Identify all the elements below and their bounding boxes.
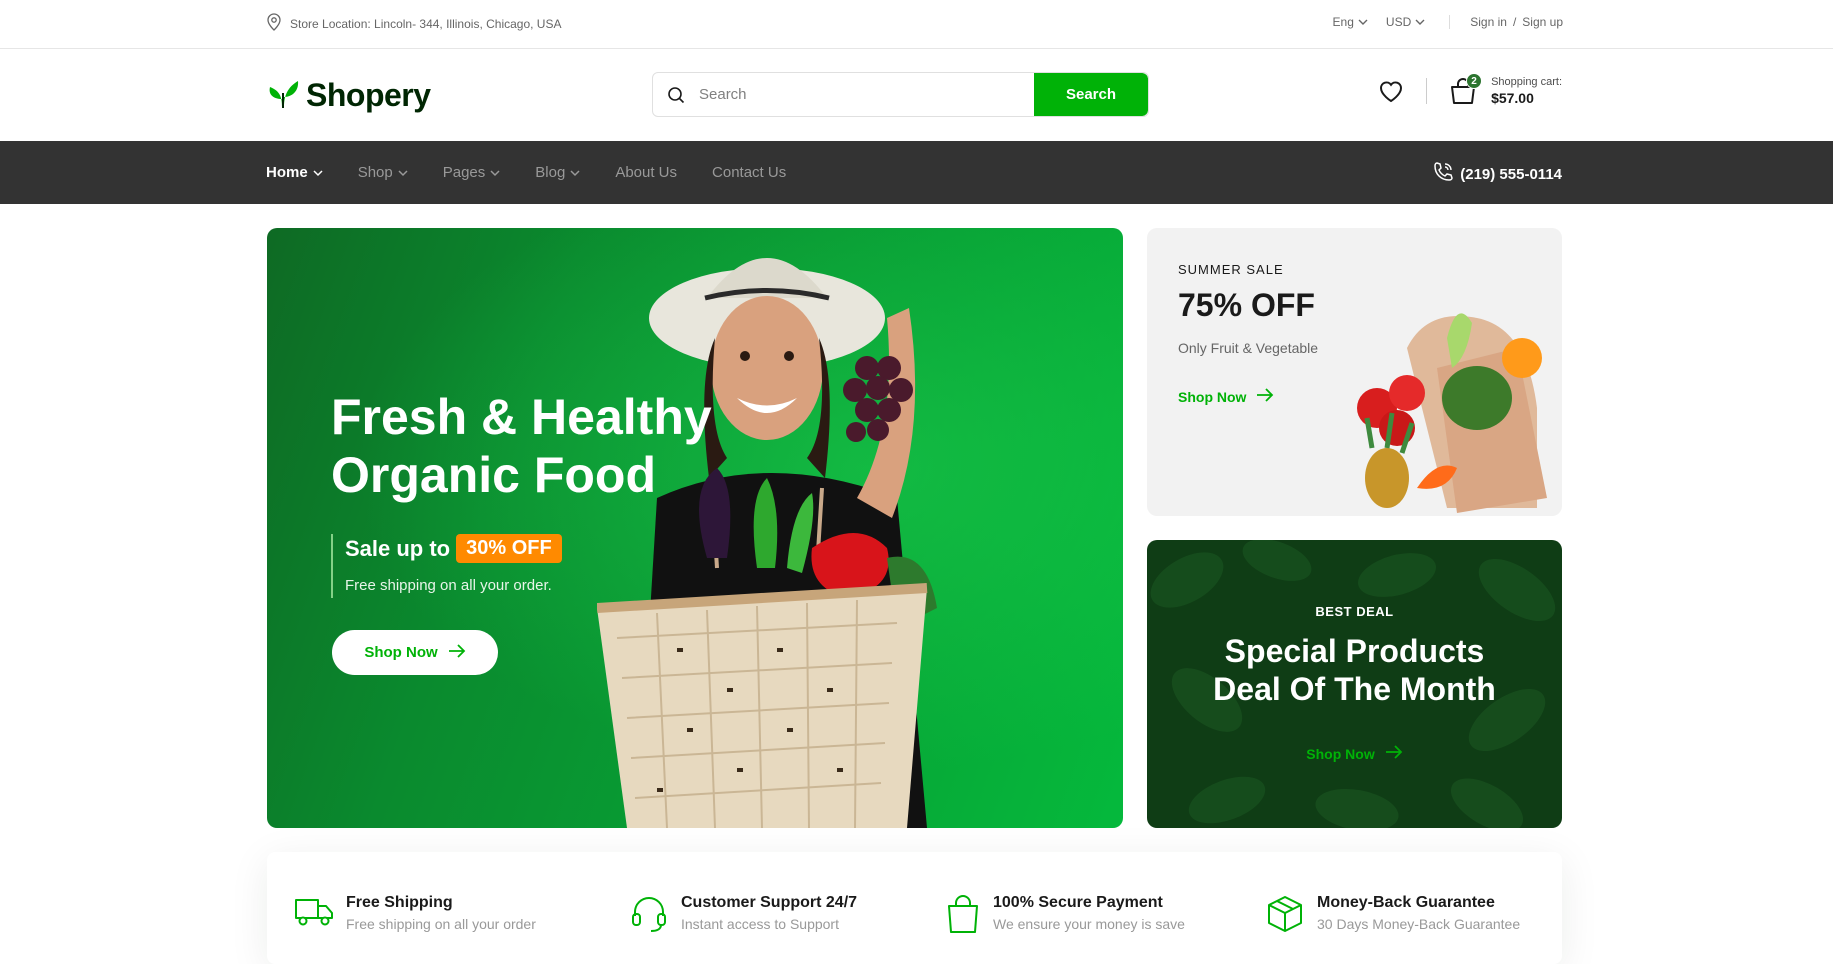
best-deal-headline: Special Products Deal Of The Month — [1147, 632, 1562, 708]
shopping-bag-icon[interactable]: 2 — [1447, 73, 1483, 107]
sale-badge: 30% OFF — [456, 534, 562, 563]
feature-secure-payment: 100% Secure Payment We ensure your money… — [945, 852, 1265, 964]
summer-sale-headline: 75% OFF — [1178, 287, 1315, 323]
nav-item-pages[interactable]: Pages — [443, 164, 501, 181]
map-pin-icon — [266, 13, 282, 34]
arrow-right-icon — [448, 643, 466, 662]
feature-title: 100% Secure Payment — [993, 894, 1163, 911]
cart-count-badge: 2 — [1466, 73, 1483, 89]
nav-label: Shop — [357, 164, 393, 181]
sign-up-link[interactable]: Sign up — [1522, 15, 1563, 29]
arrow-right-icon — [1385, 745, 1403, 762]
hero-subtitle: Free shipping on all your order. — [345, 577, 552, 594]
nav-label: About Us — [615, 164, 678, 181]
logo[interactable]: Shopery — [266, 77, 431, 114]
leaf-logo-icon — [266, 77, 300, 114]
cart-amount: $57.00 — [1491, 90, 1534, 106]
link-label: Shop Now — [1178, 388, 1247, 405]
chevron-down-icon — [490, 164, 500, 181]
nav-item-blog[interactable]: Blog — [535, 164, 580, 181]
search-icon — [653, 73, 699, 116]
best-deal-card[interactable]: BEST DEAL Special Products Deal Of The M… — [1147, 540, 1562, 828]
arrow-right-icon — [1256, 388, 1274, 405]
chevron-down-icon — [570, 164, 580, 181]
nav-item-about-us[interactable]: About Us — [615, 164, 677, 181]
best-deal-shop-now-link[interactable]: Shop Now — [1147, 745, 1562, 762]
store-location: Store Location: Lincoln- 344, Illinois, … — [266, 13, 561, 34]
divider — [1449, 15, 1451, 29]
nav-item-contact-us[interactable]: Contact Us — [712, 164, 786, 181]
truck-icon — [294, 894, 334, 935]
features-strip: Free Shipping Free shipping on all your … — [267, 852, 1562, 964]
shopping-bag-icon — [945, 894, 981, 939]
link-label: Shop Now — [1306, 745, 1375, 762]
hero-title: Fresh & Healthy Organic Food — [331, 389, 712, 503]
feature-desc: 30 Days Money-Back Guarantee — [1317, 916, 1521, 932]
sign-in-link[interactable]: Sign in — [1470, 15, 1507, 29]
summer-sale-card[interactable]: SUMMER SALE 75% OFF Only Fruit & Vegetab… — [1147, 228, 1562, 516]
language-select[interactable]: Eng — [1333, 15, 1368, 29]
farmer-woman-with-basket-image — [597, 258, 937, 828]
phone-link[interactable]: (219) 555-0114 — [1432, 161, 1562, 187]
feature-title: Money-Back Guarantee — [1317, 894, 1495, 911]
store-location-text: Store Location: Lincoln- 344, Illinois, … — [290, 16, 562, 31]
top-bar: Store Location: Lincoln- 344, Illinois, … — [0, 0, 1833, 49]
chevron-down-icon — [1415, 15, 1425, 29]
best-deal-headline-line-1: Special Products — [1224, 633, 1485, 669]
button-label: Shop Now — [364, 644, 438, 661]
feature-title: Free Shipping — [346, 894, 453, 911]
chevron-down-icon — [398, 164, 408, 181]
search-input[interactable] — [699, 73, 1034, 116]
summer-sale-eyebrow: SUMMER SALE — [1178, 262, 1284, 277]
nav-label: Blog — [535, 164, 566, 181]
cart-summary[interactable]: Shopping cart: $57.00 — [1491, 76, 1562, 106]
package-icon — [1265, 894, 1305, 939]
chevron-down-icon — [1358, 15, 1368, 29]
summer-sale-shop-now-link[interactable]: Shop Now — [1178, 388, 1274, 405]
hero-shop-now-button[interactable]: Shop Now — [332, 630, 498, 675]
hero-sale-block: Sale up to 30% OFF Free shipping on all … — [331, 534, 562, 598]
chevron-down-icon — [313, 164, 323, 181]
phone-call-icon — [1432, 161, 1454, 187]
logo-text: Shopery — [306, 77, 431, 113]
feature-free-shipping: Free Shipping Free shipping on all your … — [294, 852, 629, 964]
summer-sale-subtitle: Only Fruit & Vegetable — [1178, 340, 1319, 356]
phone-number: (219) 555-0114 — [1460, 165, 1562, 183]
feature-desc: We ensure your money is save — [993, 916, 1185, 932]
nav-label: Home — [266, 164, 308, 181]
best-deal-eyebrow: BEST DEAL — [1315, 604, 1394, 619]
search-button[interactable]: Search — [1034, 73, 1148, 116]
wishlist-heart-icon[interactable] — [1376, 76, 1406, 106]
nav-label: Contact Us — [712, 164, 787, 181]
divider — [1426, 78, 1428, 104]
best-deal-headline-line-2: Deal Of The Month — [1213, 671, 1496, 707]
feature-title: Customer Support 24/7 — [681, 894, 858, 911]
nav-item-shop[interactable]: Shop — [358, 164, 408, 181]
feature-customer-support: Customer Support 24/7 Instant access to … — [629, 852, 945, 964]
language-value: Eng — [1332, 15, 1354, 29]
slash-separator: / — [1512, 15, 1517, 29]
feature-desc: Instant access to Support — [681, 916, 839, 932]
feature-desc: Free shipping on all your order — [346, 916, 536, 932]
feature-money-back: Money-Back Guarantee 30 Days Money-Back … — [1265, 852, 1555, 964]
currency-select[interactable]: USD — [1386, 15, 1425, 29]
search-bar: Search — [652, 72, 1149, 117]
main-header: Shopery Search 2 Shopping cart: $57.00 — [0, 49, 1833, 141]
currency-value: USD — [1385, 15, 1412, 29]
nav-item-home[interactable]: Home — [266, 164, 323, 181]
main-nav: Home Shop Pages Blog About Us Contact Us… — [0, 141, 1833, 204]
hero-banner: Fresh & Healthy Organic Food Sale up to … — [267, 228, 1123, 828]
sale-prefix: Sale up to — [345, 535, 451, 561]
nav-label: Pages — [442, 164, 486, 181]
headset-icon — [629, 894, 669, 939]
cart-label: Shopping cart: — [1491, 76, 1562, 88]
